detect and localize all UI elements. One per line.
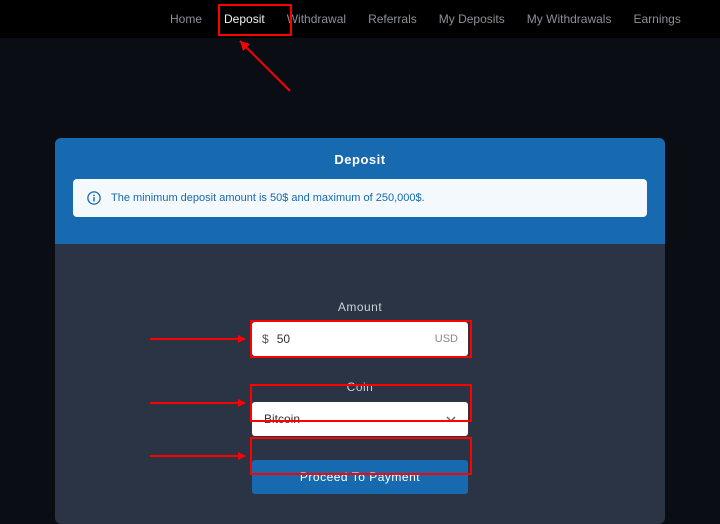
coin-label: Coin [252,380,468,394]
info-icon [87,191,101,205]
top-nav: Home Deposit Withdrawal Referrals My Dep… [0,0,720,38]
nav-earnings[interactable]: Earnings [633,12,680,26]
amount-label: Amount [252,300,468,314]
notice-banner: The minimum deposit amount is 50$ and ma… [73,179,647,217]
coin-block: Coin Bitcoin [252,380,468,436]
card-header: Deposit The minimum deposit amount is 50… [55,138,665,244]
card-body: Amount $ USD Coin Bitcoin Proceed To Pay… [55,244,665,524]
deposit-card: Deposit The minimum deposit amount is 50… [55,138,665,524]
amount-block: Amount $ USD [252,300,468,356]
nav-withdrawal[interactable]: Withdrawal [287,12,346,26]
amount-input[interactable] [277,332,435,346]
amount-suffix: USD [435,333,458,345]
nav-home[interactable]: Home [170,12,202,26]
nav-my-deposits[interactable]: My Deposits [439,12,505,26]
notice-text: The minimum deposit amount is 50$ and ma… [111,192,425,204]
amount-input-wrapper[interactable]: $ USD [252,322,468,356]
proceed-button[interactable]: Proceed To Payment [252,460,468,494]
nav-referrals[interactable]: Referrals [368,12,417,26]
proceed-label: Proceed To Payment [300,470,420,484]
annotation-arrow-diag [230,36,300,96]
amount-prefix: $ [262,332,269,346]
card-title: Deposit [334,152,385,167]
nav-deposit[interactable]: Deposit [224,12,265,26]
coin-value: Bitcoin [264,412,300,426]
coin-select[interactable]: Bitcoin [252,402,468,436]
chevron-down-icon [446,414,456,424]
nav-my-withdrawals[interactable]: My Withdrawals [527,12,612,26]
